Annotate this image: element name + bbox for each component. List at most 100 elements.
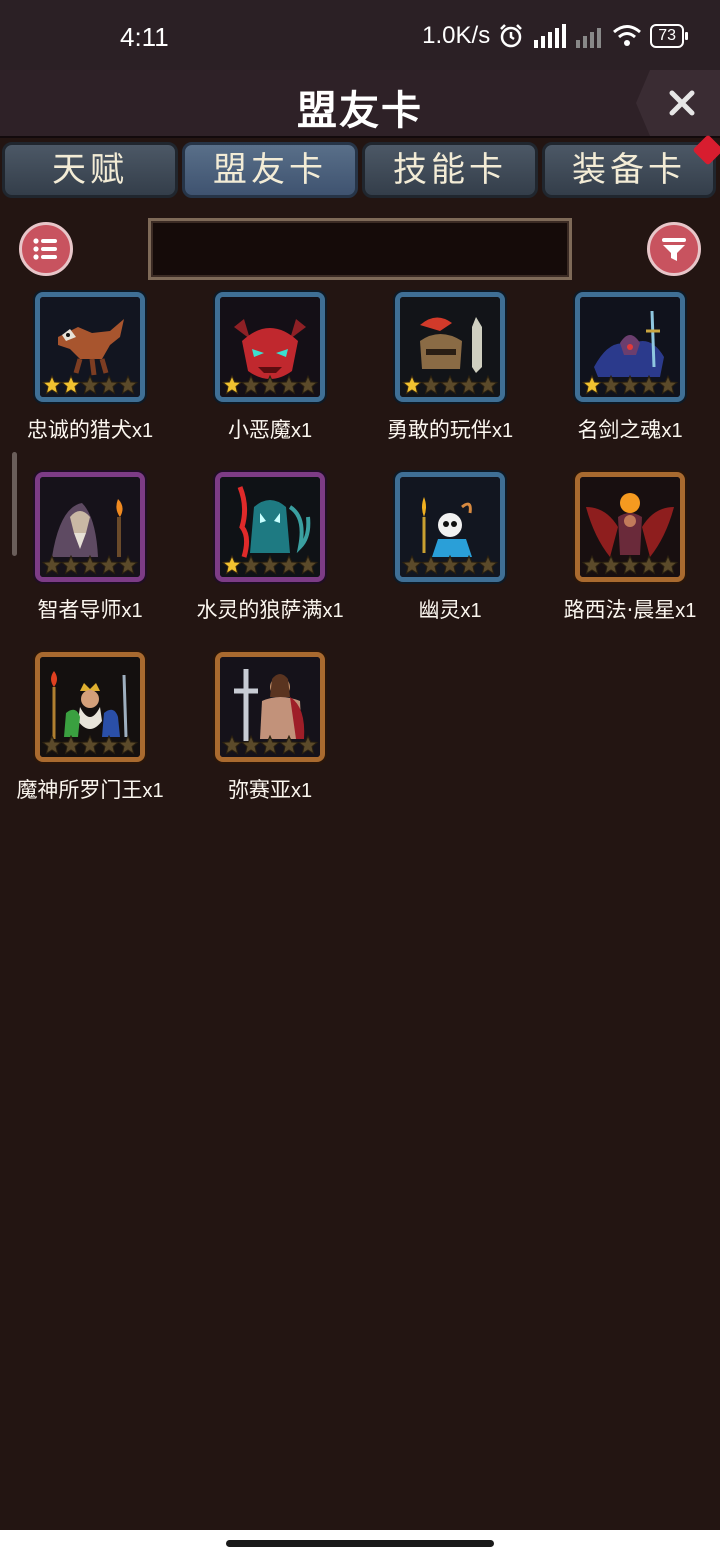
tab-equipment-cards[interactable]: 装备卡 <box>542 134 720 198</box>
card-name: 弥赛亚x1 <box>170 774 370 804</box>
star-icon <box>582 375 602 395</box>
card-sword-spirit[interactable]: 名剑之魂x1 <box>540 290 720 460</box>
card-quantity: x1 <box>142 780 164 802</box>
star-icon <box>298 555 318 575</box>
signal-off-icon <box>576 28 602 48</box>
card-water-wolf-shaman[interactable]: 水灵的狼萨满x1 <box>180 470 360 640</box>
star-icon <box>279 375 299 395</box>
star-icon <box>658 555 678 575</box>
card-name: 勇敢的玩伴x1 <box>350 414 550 444</box>
network-speed: 1.0K/s <box>422 22 491 49</box>
card-name: 路西法·晨星x1 <box>530 594 720 624</box>
card-title: 弥赛亚 <box>227 778 291 802</box>
tab-ally-cards[interactable]: 盟友卡 <box>182 142 358 198</box>
star-icon <box>459 555 479 575</box>
star-icon <box>440 555 460 575</box>
star-icon <box>80 735 100 755</box>
card-messiah[interactable]: 弥赛亚x1 <box>180 650 360 820</box>
tab-skill-cards[interactable]: 技能卡 <box>362 142 538 198</box>
card-quantity: x1 <box>322 600 344 622</box>
card-quantity: x1 <box>290 420 313 442</box>
card-name: 忠诚的猎犬x1 <box>0 414 190 444</box>
notification-badge <box>692 134 720 166</box>
scrollbar[interactable] <box>12 452 17 556</box>
star-icon <box>80 375 100 395</box>
card-portrait <box>395 292 505 402</box>
card-name: 幽灵x1 <box>350 594 550 624</box>
card-portrait <box>575 472 685 582</box>
card-little-imp[interactable]: 小恶魔x1 <box>180 290 360 460</box>
battery-icon: 73 <box>650 24 688 48</box>
star-icon <box>118 735 138 755</box>
card-name: 名剑之魂x1 <box>530 414 720 444</box>
star-icon <box>99 555 119 575</box>
star-icon <box>241 735 261 755</box>
tab-label: 天赋 <box>52 150 128 190</box>
card-name: 魔神所罗门王x1 <box>0 774 190 804</box>
card-wise-mentor[interactable]: 智者导师x1 <box>0 470 180 640</box>
star-icon <box>620 555 640 575</box>
card-name: 小恶魔x1 <box>170 414 370 444</box>
star-rating <box>222 375 318 395</box>
star-rating <box>582 375 678 395</box>
star-icon <box>620 375 640 395</box>
tab-bar: 天赋 盟友卡 技能卡 装备卡 <box>0 134 720 204</box>
star-icon <box>639 555 659 575</box>
card-title: 勇敢的玩伴 <box>386 418 492 442</box>
star-rating <box>42 375 138 395</box>
star-icon <box>639 375 659 395</box>
star-icon <box>241 555 261 575</box>
star-rating <box>582 555 678 575</box>
page-title: 盟友卡 <box>297 88 423 134</box>
star-icon <box>298 375 318 395</box>
card-loyal-hound[interactable]: 忠诚的猎犬x1 <box>0 290 180 460</box>
card-quantity: x1 <box>491 420 514 442</box>
list-icon <box>33 238 57 260</box>
star-rating <box>402 375 498 395</box>
star-rating <box>222 555 318 575</box>
star-icon <box>222 375 242 395</box>
star-icon <box>478 555 498 575</box>
filter-button[interactable] <box>647 222 701 276</box>
star-icon <box>80 555 100 575</box>
card-title: 智者导师 <box>37 598 122 622</box>
star-icon <box>61 735 81 755</box>
star-icon <box>279 555 299 575</box>
close-button[interactable] <box>636 70 720 136</box>
star-icon <box>402 555 422 575</box>
star-rating <box>402 555 498 575</box>
card-title: 名剑之魂 <box>577 418 662 442</box>
star-icon <box>601 375 621 395</box>
tab-label: 装备卡 <box>572 150 686 190</box>
alarm-icon <box>500 24 523 48</box>
search-input[interactable] <box>148 218 572 280</box>
list-button[interactable] <box>19 222 73 276</box>
signal-hd-icon <box>534 24 567 48</box>
card-ghost[interactable]: 幽灵x1 <box>360 470 540 640</box>
star-icon <box>298 735 318 755</box>
home-indicator[interactable] <box>226 1540 494 1547</box>
card-title: 魔神所罗门王 <box>16 778 143 802</box>
star-icon <box>42 375 62 395</box>
card-king-solomon[interactable]: 魔神所罗门王x1 <box>0 650 180 820</box>
tab-talent[interactable]: 天赋 <box>2 142 178 198</box>
card-brave-companion[interactable]: 勇敢的玩伴x1 <box>360 290 540 460</box>
card-title: 路西法·晨星 <box>563 598 676 622</box>
card-title: 水灵的狼萨满 <box>196 598 323 622</box>
star-icon <box>459 375 479 395</box>
card-portrait <box>35 652 145 762</box>
status-time: 4:11 <box>120 22 169 52</box>
card-quantity: x1 <box>661 420 683 442</box>
star-icon <box>582 555 602 575</box>
toolbar <box>0 210 720 290</box>
star-icon <box>260 735 280 755</box>
card-lucifer-morningstar[interactable]: 路西法·晨星x1 <box>540 470 720 640</box>
star-icon <box>601 555 621 575</box>
star-icon <box>421 375 441 395</box>
close-icon <box>669 90 695 116</box>
tab-label: 盟友卡 <box>213 150 327 190</box>
card-quantity: x1 <box>460 600 482 622</box>
card-name: 智者导师x1 <box>0 594 190 624</box>
star-icon <box>118 555 138 575</box>
card-title: 忠诚的猎犬 <box>26 418 132 442</box>
